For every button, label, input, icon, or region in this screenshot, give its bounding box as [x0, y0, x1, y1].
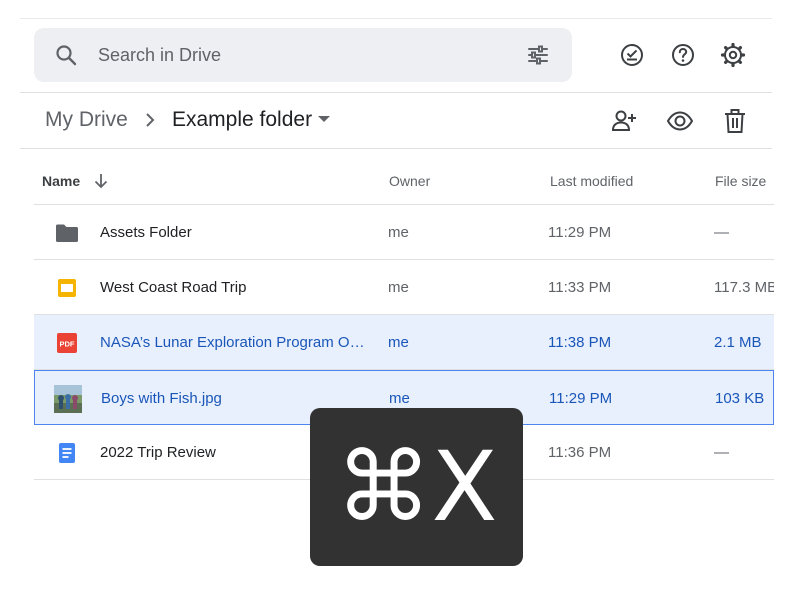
file-owner: me [388, 224, 409, 241]
header-divider [20, 92, 772, 93]
image-thumbnail-icon [54, 385, 82, 413]
add-person-icon[interactable] [610, 107, 638, 135]
check-circle-icon[interactable] [619, 42, 645, 68]
file-last-modified: 11:36 PM [548, 444, 612, 461]
file-size: 2.1 MB [714, 334, 762, 351]
dropdown-caret-icon[interactable] [318, 116, 330, 122]
trash-icon[interactable] [721, 107, 749, 135]
search-icon[interactable] [54, 43, 78, 67]
pdf-badge-text: PDF [60, 340, 75, 349]
file-last-modified: 11:29 PM [548, 224, 612, 241]
help-icon[interactable] [670, 42, 696, 68]
table-row[interactable]: Assets Folder me 11:29 PM — [34, 205, 774, 260]
shortcut-keys-text: ⌘X [335, 431, 498, 543]
file-owner: me [388, 334, 409, 351]
settings-gear-icon[interactable] [720, 42, 746, 68]
pdf-icon: PDF [57, 333, 77, 353]
folder-icon [56, 224, 78, 242]
column-header-last-modified[interactable]: Last modified [550, 173, 633, 189]
breadcrumb-my-drive[interactable]: My Drive [45, 108, 128, 132]
table-row[interactable]: West Coast Road Trip me 11:33 PM 117.3 M… [34, 260, 774, 315]
docs-icon [59, 443, 75, 463]
eye-icon[interactable] [666, 107, 694, 135]
file-last-modified: 11:38 PM [548, 334, 612, 351]
file-size: 103 KB [715, 390, 765, 407]
slides-icon [58, 279, 76, 297]
breadcrumb-current-folder[interactable]: Example folder [172, 108, 312, 132]
search-bar[interactable] [34, 28, 572, 82]
file-last-modified: 11:33 PM [548, 279, 612, 296]
keyboard-shortcut-overlay: ⌘X [310, 408, 523, 566]
file-last-modified: 11:29 PM [549, 390, 613, 407]
search-input[interactable] [98, 28, 498, 82]
tune-icon[interactable] [526, 43, 550, 67]
arrow-down-icon[interactable] [92, 172, 110, 190]
file-name[interactable]: NASA’s Lunar Exploration Program Ov… [100, 315, 370, 369]
table-row-selected[interactable]: PDF NASA’s Lunar Exploration Program Ov…… [34, 315, 774, 370]
file-size: — [714, 224, 729, 241]
column-header-file-size[interactable]: File size [715, 173, 766, 189]
file-size: 117.3 MB [714, 279, 774, 296]
file-size: — [714, 444, 729, 461]
breadcrumb-divider [20, 148, 772, 149]
file-owner: me [388, 279, 409, 296]
top-divider [20, 18, 772, 19]
chevron-right-icon [146, 113, 155, 127]
column-header-name[interactable]: Name [42, 173, 80, 189]
file-name[interactable]: West Coast Road Trip [100, 260, 370, 314]
file-name[interactable]: Assets Folder [100, 205, 370, 259]
column-header-owner[interactable]: Owner [389, 173, 430, 189]
